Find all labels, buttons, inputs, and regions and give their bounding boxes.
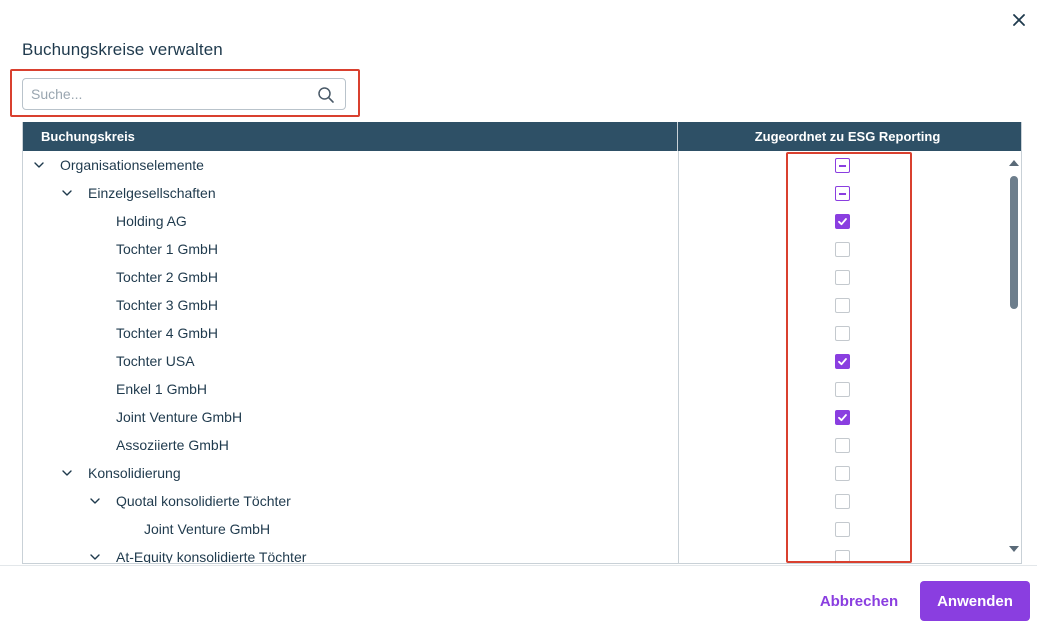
tree-row-label: Tochter 3 GmbH xyxy=(116,297,218,313)
tree-row-label: Organisationselemente xyxy=(60,157,204,173)
tree-row-label: Tochter USA xyxy=(116,353,195,369)
tree-row-label: Quotal konsolidierte Töchter xyxy=(116,493,291,509)
search-field[interactable] xyxy=(22,78,346,110)
tree-row[interactable]: Konsolidierung xyxy=(23,459,1007,487)
tree-row-label: At-Equity konsolidierte Töchter xyxy=(116,549,307,564)
chevron-down-icon[interactable] xyxy=(89,496,101,506)
esg-assignment-checkbox[interactable] xyxy=(835,550,850,563)
esg-assignment-checkbox[interactable] xyxy=(835,298,850,313)
scroll-up-arrow-icon[interactable] xyxy=(1009,160,1019,166)
chevron-down-icon[interactable] xyxy=(61,468,73,478)
esg-assignment-checkbox[interactable] xyxy=(835,522,850,537)
tree-row[interactable]: At-Equity konsolidierte Töchter xyxy=(23,543,1007,564)
checkmark-icon xyxy=(838,414,847,422)
tree-row[interactable]: Tochter USA xyxy=(23,347,1007,375)
esg-assignment-checkbox[interactable] xyxy=(835,186,850,201)
tree-row[interactable]: Tochter 4 GmbH xyxy=(23,319,1007,347)
tree-row-label: Holding AG xyxy=(116,213,187,229)
esg-assignment-checkbox[interactable] xyxy=(835,270,850,285)
table-header: Buchungskreis Zugeordnet zu ESG Reportin… xyxy=(23,122,1021,151)
apply-button[interactable]: Anwenden xyxy=(920,581,1030,621)
indeterminate-dash-icon xyxy=(839,164,846,167)
search-input[interactable] xyxy=(31,79,311,109)
dialog-title: Buchungskreise verwalten xyxy=(22,40,223,59)
tree-row[interactable]: Enkel 1 GmbH xyxy=(23,375,1007,403)
footer-divider xyxy=(0,565,1037,566)
table-body: Organisationselemente Einzelgesellschafte… xyxy=(23,151,1007,564)
esg-assignment-checkbox[interactable] xyxy=(835,410,850,425)
column-header-company-code[interactable]: Buchungskreis xyxy=(23,122,678,151)
search-icon[interactable] xyxy=(317,86,335,104)
indeterminate-dash-icon xyxy=(839,192,846,195)
scroll-down-arrow-icon[interactable] xyxy=(1009,546,1019,552)
esg-assignment-checkbox[interactable] xyxy=(835,326,850,341)
cancel-button[interactable]: Abbrechen xyxy=(808,581,910,621)
tree-row[interactable]: Einzelgesellschaften xyxy=(23,179,1007,207)
tree-row[interactable]: Holding AG xyxy=(23,207,1007,235)
manage-company-codes-dialog: Buchungskreise verwalten Buchungskreis Z… xyxy=(0,0,1037,633)
tree-row-label: Einzelgesellschaften xyxy=(88,185,216,201)
esg-assignment-checkbox[interactable] xyxy=(835,214,850,229)
scrollbar-thumb[interactable] xyxy=(1010,176,1018,309)
tree-row-label: Enkel 1 GmbH xyxy=(116,381,208,397)
tree-row[interactable]: Joint Venture GmbH xyxy=(23,515,1007,543)
tree-row[interactable]: Joint Venture GmbH xyxy=(23,403,1007,431)
checkmark-icon xyxy=(838,358,847,366)
esg-assignment-checkbox[interactable] xyxy=(835,494,850,509)
tree-row-label: Joint Venture GmbH xyxy=(116,409,243,425)
esg-assignment-checkbox[interactable] xyxy=(835,158,850,173)
vertical-scrollbar[interactable] xyxy=(1007,152,1021,562)
esg-assignment-checkbox[interactable] xyxy=(835,242,850,257)
chevron-down-icon[interactable] xyxy=(61,188,73,198)
tree-row[interactable]: Tochter 1 GmbH xyxy=(23,235,1007,263)
company-code-table: Buchungskreis Zugeordnet zu ESG Reportin… xyxy=(22,122,1022,564)
tree-row[interactable]: Assoziierte GmbH xyxy=(23,431,1007,459)
tree-row-label: Tochter 4 GmbH xyxy=(116,325,218,341)
close-button[interactable] xyxy=(1008,9,1030,31)
esg-assignment-checkbox[interactable] xyxy=(835,382,850,397)
tree-row[interactable]: Tochter 3 GmbH xyxy=(23,291,1007,319)
esg-assignment-checkbox[interactable] xyxy=(835,438,850,453)
tree-row[interactable]: Quotal konsolidierte Töchter xyxy=(23,487,1007,515)
chevron-down-icon[interactable] xyxy=(89,552,101,562)
esg-assignment-checkbox[interactable] xyxy=(835,466,850,481)
tree-row[interactable]: Organisationselemente xyxy=(23,151,1007,179)
chevron-down-icon[interactable] xyxy=(33,160,45,170)
tree-row-label: Joint Venture GmbH xyxy=(144,521,271,537)
tree-row[interactable]: Tochter 2 GmbH xyxy=(23,263,1007,291)
tree-row-label: Konsolidierung xyxy=(88,465,181,481)
tree-row-label: Tochter 1 GmbH xyxy=(116,241,218,257)
checkmark-icon xyxy=(838,218,847,226)
tree-row-label: Tochter 2 GmbH xyxy=(116,269,218,285)
column-header-esg-assignment[interactable]: Zugeordnet zu ESG Reporting xyxy=(678,122,1021,151)
tree-row-label: Assoziierte GmbH xyxy=(116,437,229,453)
close-icon xyxy=(1013,14,1025,26)
esg-assignment-checkbox[interactable] xyxy=(835,354,850,369)
